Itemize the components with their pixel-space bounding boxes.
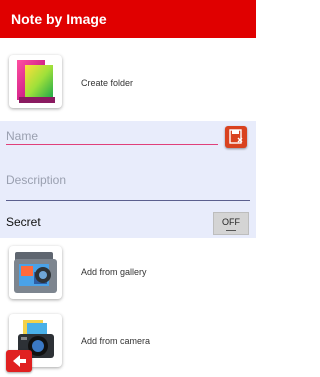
- app-bar: Note by Image: [0, 0, 256, 38]
- create-folder-row[interactable]: Create folder: [0, 38, 256, 121]
- name-underline: [6, 144, 218, 145]
- description-field[interactable]: Description: [6, 173, 66, 187]
- description-underline: [6, 200, 250, 201]
- gallery-icon[interactable]: [9, 246, 62, 299]
- add-from-camera-label: Add from camera: [81, 336, 151, 346]
- add-from-gallery-row[interactable]: Add from gallery: [0, 238, 256, 304]
- name-field[interactable]: Name: [6, 129, 38, 143]
- save-button[interactable]: [225, 126, 247, 148]
- back-arrow-icon: [13, 355, 26, 367]
- app-title: Note by Image: [11, 11, 107, 27]
- save-icon: [229, 129, 243, 144]
- secret-toggle-state: OFF: [222, 217, 240, 227]
- secret-toggle[interactable]: OFF: [213, 212, 249, 235]
- folder-icon[interactable]: [9, 55, 62, 108]
- note-form: Name Description Secret OFF: [0, 121, 256, 238]
- add-from-gallery-label: Add from gallery: [81, 267, 147, 277]
- toggle-indicator: [226, 230, 236, 231]
- secret-label: Secret: [6, 215, 41, 229]
- back-button[interactable]: [6, 350, 32, 372]
- create-folder-label: Create folder: [81, 78, 134, 88]
- add-from-camera-row[interactable]: Add from camera: [0, 304, 256, 377]
